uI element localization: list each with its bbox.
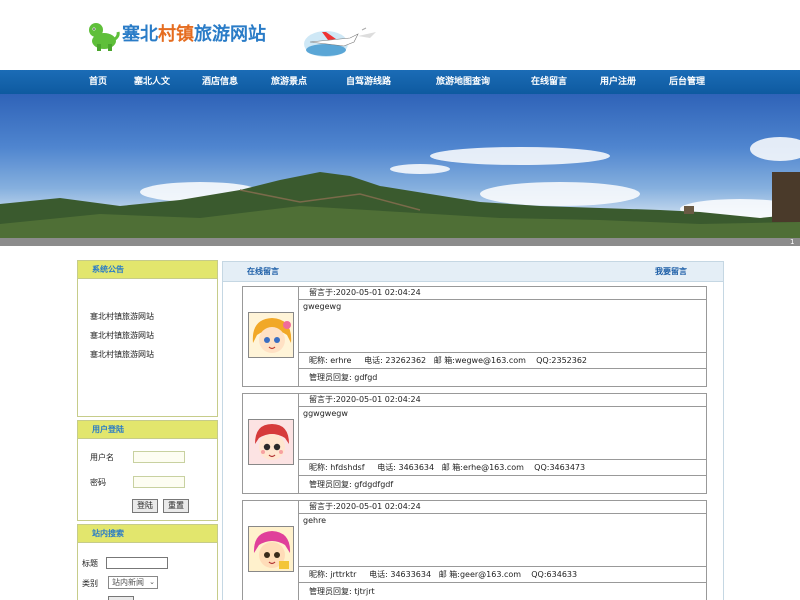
- write-message-link[interactable]: 我要留言: [655, 262, 687, 282]
- admin-reply-value: gdfgd: [354, 373, 378, 382]
- message-content: gwegewg: [299, 300, 706, 353]
- message-contact-info: 昵称: jrttrktr 电话: 34633634 邮 箱:geer@163.c…: [299, 567, 706, 583]
- nav-item-register[interactable]: 用户注册: [600, 70, 636, 94]
- notice-panel-title: 系统公告: [78, 261, 217, 279]
- nickname-value: jrttrktr: [330, 570, 357, 579]
- message-board-header: 在线留言 我要留言: [223, 262, 723, 282]
- phone-label: 电话:: [364, 356, 383, 365]
- banner-slide-number: 1: [790, 238, 795, 246]
- email-label: 邮 箱:: [433, 356, 456, 365]
- nickname-label: 昵称:: [309, 463, 328, 472]
- phone-label: 电话:: [369, 570, 388, 579]
- password-input[interactable]: [133, 476, 185, 488]
- message-avatar-cell: [243, 501, 299, 600]
- dinosaur-logo-icon: [89, 23, 120, 51]
- username-label: 用户名: [90, 453, 114, 462]
- nav-item-driving-routes[interactable]: 自驾游线路: [346, 70, 391, 94]
- phone-label: 电话:: [377, 463, 396, 472]
- notice-item[interactable]: 塞北村镇旅游网站: [90, 349, 154, 360]
- qq-value: 2352362: [551, 356, 588, 365]
- qq-value: 3463473: [549, 463, 586, 472]
- admin-reply-label: 管理员回复:: [309, 480, 352, 489]
- email-label: 邮 箱:: [441, 463, 464, 472]
- message-content: ggwgwegw: [299, 407, 706, 460]
- nav-item-attractions[interactable]: 旅游景点: [271, 70, 307, 94]
- email-label: 邮 箱:: [438, 570, 460, 579]
- site-title-part1: 塞北: [122, 24, 158, 45]
- qq-label: QQ:: [534, 463, 550, 472]
- admin-reply-label: 管理员回复:: [309, 373, 352, 382]
- nav-item-admin[interactable]: 后台管理: [669, 70, 705, 94]
- chevron-down-icon: ⌄: [149, 578, 155, 586]
- message-avatar-cell: [243, 287, 299, 386]
- search-submit-button[interactable]: [108, 596, 134, 600]
- banner-caption-strip: 1: [0, 238, 800, 246]
- notice-item[interactable]: 塞北村镇旅游网站: [90, 330, 154, 341]
- qq-label: QQ:: [536, 356, 552, 365]
- nav-item-culture[interactable]: 塞北人文: [134, 70, 170, 94]
- nickname-value: erhre: [330, 356, 352, 365]
- login-button[interactable]: 登陆: [132, 499, 158, 513]
- message-avatar-cell: [243, 394, 299, 493]
- cartoon-girl-avatar-icon: [248, 526, 294, 572]
- message-time: 留言于:2020-05-01 02:04:24: [299, 501, 706, 514]
- site-header: 塞北村镇旅游网站: [0, 0, 800, 70]
- phone-value: 3463634: [398, 463, 435, 472]
- main-nav: 首页 塞北人文 酒店信息 旅游景点 自驾游线路 旅游地图查询 在线留言 用户注册…: [0, 70, 800, 94]
- nickname-label: 昵称:: [309, 356, 328, 365]
- email-value: erhe@163.com: [463, 463, 524, 472]
- notice-panel: 系统公告 塞北村镇旅游网站 塞北村镇旅游网站 塞北村镇旅游网站: [77, 260, 218, 417]
- nav-item-messages[interactable]: 在线留言: [531, 70, 567, 94]
- nickname-label: 昵称:: [309, 570, 328, 579]
- message-content: gehre: [299, 514, 706, 567]
- admin-reply-label: 管理员回复:: [309, 587, 352, 596]
- search-keyword-input[interactable]: [106, 557, 168, 569]
- search-category-select[interactable]: 站内新闻 ⌄: [108, 576, 158, 589]
- search-category-label: 类别: [82, 579, 98, 588]
- login-panel-title: 用户登陆: [78, 421, 217, 439]
- admin-reply: 管理员回复: gfdgdfgdf: [299, 476, 706, 493]
- reset-button[interactable]: 重置: [163, 499, 189, 513]
- message-time: 留言于:2020-05-01 02:04:24: [299, 287, 706, 300]
- message-contact-info: 昵称: hfdshdsf 电话: 3463634 邮 箱:erhe@163.co…: [299, 460, 706, 476]
- airplane-logo-icon: [304, 27, 376, 57]
- admin-reply: 管理员回复: gdfgd: [299, 369, 706, 386]
- site-title-part3: 旅游网站: [194, 24, 266, 45]
- message-time: 留言于:2020-05-01 02:04:24: [299, 394, 706, 407]
- phone-value: 34633634: [390, 570, 432, 579]
- cartoon-girl-avatar-icon: [248, 312, 294, 358]
- login-panel: 用户登陆 用户名 密码 登陆 重置: [77, 420, 218, 521]
- admin-reply-value: tjtrjrt: [354, 587, 375, 596]
- nav-item-map-query[interactable]: 旅游地图查询: [436, 70, 490, 94]
- email-value: wegwe@163.com: [455, 356, 526, 365]
- site-title-part2: 村镇: [158, 24, 194, 45]
- nav-item-hotels[interactable]: 酒店信息: [202, 70, 238, 94]
- banner-image: [0, 94, 800, 246]
- message-contact-info: 昵称: erhre 电话: 23262362 邮 箱:wegwe@163.com…: [299, 353, 706, 369]
- username-input[interactable]: [133, 451, 185, 463]
- nav-item-home[interactable]: 首页: [89, 70, 107, 94]
- message-card: 留言于:2020-05-01 02:04:24 gwegewg 昵称: erhr…: [242, 286, 707, 387]
- message-card: 留言于:2020-05-01 02:04:24 ggwgwegw 昵称: hfd…: [242, 393, 707, 494]
- qq-value: 634633: [546, 570, 578, 579]
- message-card: 留言于:2020-05-01 02:04:24 gehre 昵称: jrttrk…: [242, 500, 707, 600]
- qq-label: QQ:: [531, 570, 547, 579]
- great-wall-landscape: [0, 137, 800, 246]
- search-panel: 站内搜索 标题 类别 站内新闻 ⌄: [77, 524, 218, 600]
- admin-reply-value: gfdgdfgdf: [354, 480, 394, 489]
- password-label: 密码: [90, 478, 106, 487]
- phone-value: 23262362: [385, 356, 427, 365]
- email-value: geer@163.com: [459, 570, 522, 579]
- search-keyword-label: 标题: [82, 559, 98, 568]
- cartoon-girl-avatar-icon: [248, 419, 294, 465]
- nickname-value: hfdshdsf: [330, 463, 365, 472]
- notice-item[interactable]: 塞北村镇旅游网站: [90, 311, 154, 322]
- message-board-title: 在线留言: [247, 267, 279, 276]
- search-panel-title: 站内搜索: [78, 525, 217, 543]
- site-title[interactable]: 塞北村镇旅游网站: [122, 20, 266, 46]
- search-category-value: 站内新闻: [112, 578, 144, 587]
- admin-reply: 管理员回复: tjtrjrt: [299, 583, 706, 600]
